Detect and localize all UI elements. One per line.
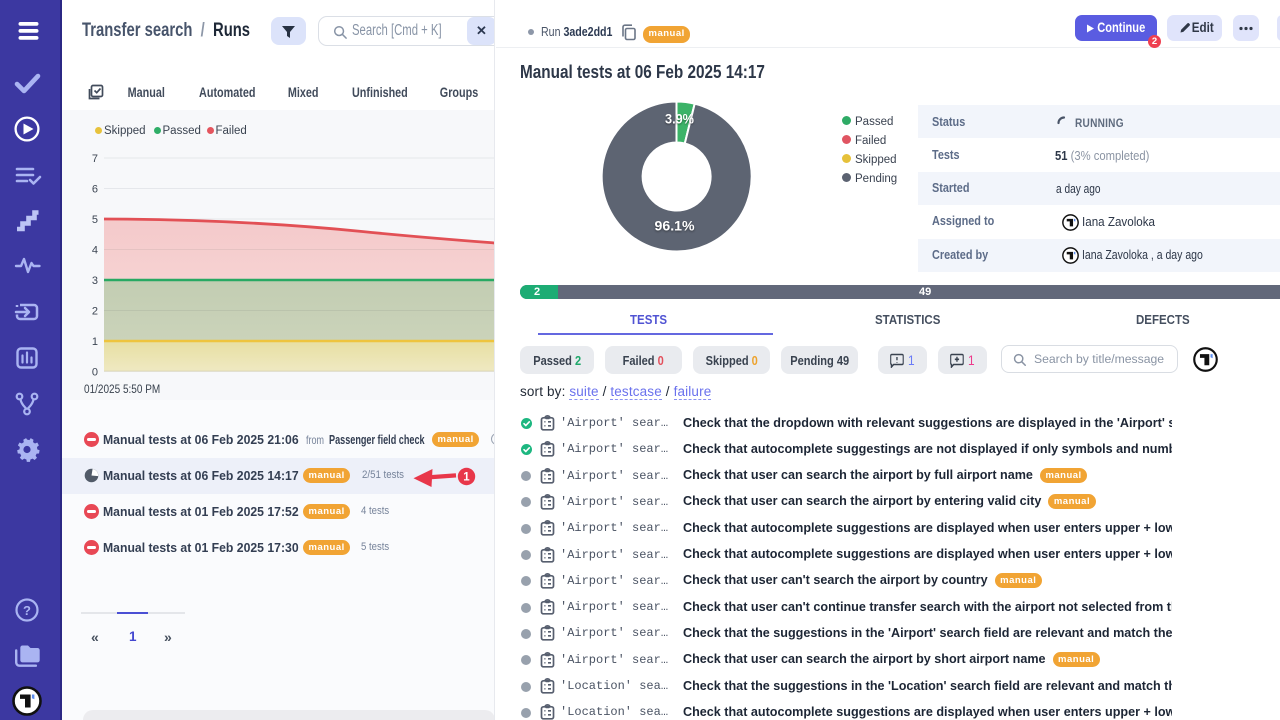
svg-text:6: 6 [92,184,98,196]
svg-text:96.1%: 96.1% [655,219,695,234]
svg-text:0: 0 [92,367,98,379]
svg-text:?: ? [23,603,31,618]
svg-text:2: 2 [92,306,98,318]
svg-text:1: 1 [92,336,98,348]
svg-text:5: 5 [92,214,98,226]
svg-text:3: 3 [92,275,98,287]
svg-text:1: 1 [463,472,470,484]
svg-text:7: 7 [92,153,98,165]
svg-text:3.9%: 3.9% [665,112,694,127]
svg-text:4: 4 [92,245,98,257]
